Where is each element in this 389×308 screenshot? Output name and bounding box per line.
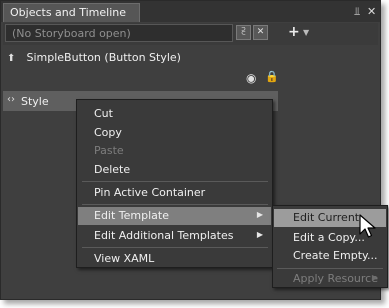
menu-separator — [82, 181, 268, 182]
panel-title: Objects and Timeline — [10, 6, 127, 19]
scope-label: SimpleButton (Button Style) — [26, 51, 181, 64]
menu-item-label: Cut — [94, 107, 113, 120]
lock-icon[interactable]: 🔒 — [265, 70, 279, 83]
menu-item-label: Edit Template — [94, 209, 169, 222]
submenu-item-label: Apply Resource — [293, 272, 378, 285]
submenu-arrow-icon: ▶ — [256, 230, 263, 239]
style-icon: ‹› — [7, 94, 15, 105]
menu-item-label: Copy — [94, 126, 122, 139]
tree-item-style-label: Style — [21, 95, 49, 108]
menu-separator — [82, 204, 268, 205]
scope-row[interactable]: ⬆ SimpleButton (Button Style) — [7, 51, 181, 64]
menu-item-label: Pin Active Container — [94, 186, 206, 199]
eye-icon[interactable]: ◉ — [246, 71, 256, 85]
menu-item-paste: Paste — [78, 142, 271, 160]
menu-separator — [277, 268, 383, 269]
menu-item-cut[interactable]: Cut — [78, 105, 271, 123]
menu-item-label: Delete — [94, 163, 131, 176]
close-storyboard-icon[interactable]: ✕ — [253, 25, 268, 40]
submenu-arrow-icon: ▶ — [256, 210, 263, 219]
menu-item-label: Paste — [94, 144, 124, 157]
context-menu: Cut Copy Paste Delete Pin Active Contain… — [76, 99, 273, 268]
mouse-cursor-icon — [359, 214, 376, 238]
submenu-item-label: Create Empty... — [293, 249, 378, 262]
storyboard-row: (No Storyboard open) ⫔ ✕ + ▼ — [3, 23, 378, 45]
panel-titlebar: Objects and Timeline ⫫ ✕ — [1, 1, 380, 22]
storyboard-selector[interactable]: (No Storyboard open) — [5, 24, 233, 42]
plus-icon[interactable]: + — [288, 24, 300, 40]
menu-item-edit-template[interactable]: Edit Template ▶ — [78, 207, 271, 225]
menu-item-edit-additional-templates[interactable]: Edit Additional Templates ▶ — [78, 227, 271, 245]
caret-down-icon[interactable]: ▼ — [303, 28, 309, 37]
menu-item-label: View XAML — [94, 252, 155, 265]
menu-item-copy[interactable]: Copy — [78, 124, 271, 142]
menu-item-view-xaml[interactable]: View XAML — [78, 250, 271, 268]
submenu-arrow-icon: ▶ — [371, 273, 378, 282]
scope-up-icon[interactable]: ⬆ — [7, 53, 19, 64]
submenu-item-apply-resource: Apply Resource ▶ — [274, 270, 386, 288]
pin-icon[interactable]: ⫫ — [354, 5, 360, 19]
panel-title-tab[interactable]: Objects and Timeline — [3, 3, 140, 22]
chevron-down-icon[interactable]: ⫔ — [236, 25, 251, 40]
submenu-item-label: Edit Current — [293, 211, 360, 224]
menu-item-delete[interactable]: Delete — [78, 161, 271, 179]
submenu-item-label: Edit a Copy... — [293, 231, 365, 244]
menu-item-label: Edit Additional Templates — [94, 229, 234, 242]
menu-item-pin-active-container[interactable]: Pin Active Container — [78, 184, 271, 202]
menu-separator — [82, 247, 268, 248]
submenu-item-create-empty[interactable]: Create Empty... — [274, 247, 386, 265]
storyboard-selector-text: (No Storyboard open) — [12, 27, 131, 40]
close-icon[interactable]: ✕ — [367, 5, 376, 18]
